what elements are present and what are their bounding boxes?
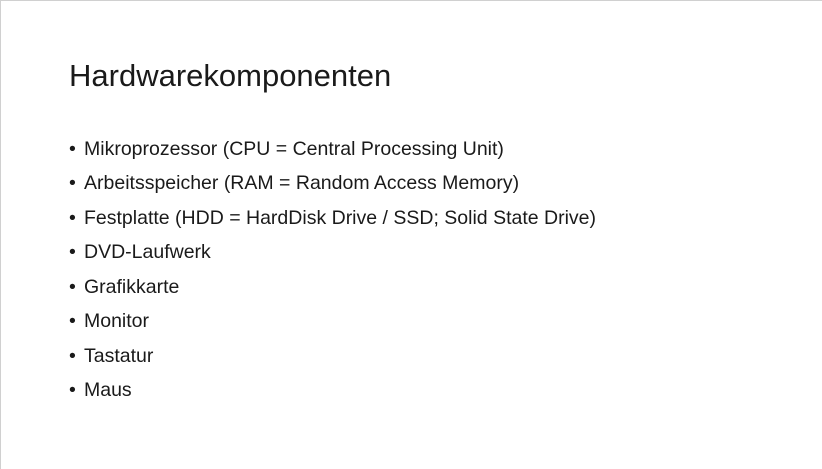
list-item-label: DVD-Laufwerk [84, 241, 211, 264]
bullet-icon: • [69, 379, 76, 402]
list-item: • Festplatte (HDD = HardDisk Drive / SSD… [69, 201, 596, 236]
bullet-list: • Mikroprozessor (CPU = Central Processi… [69, 132, 596, 408]
bullet-icon: • [69, 310, 76, 333]
list-item-label: Grafikkarte [84, 275, 180, 298]
list-item-label: Mikroprozessor (CPU = Central Processing… [84, 137, 504, 160]
list-item-label: Arbeitsspeicher (RAM = Random Access Mem… [84, 172, 520, 195]
list-item-label: Tastatur [84, 344, 154, 367]
slide: Hardwarekomponenten • Mikroprozessor (CP… [0, 0, 822, 469]
list-item-label: Festplatte (HDD = HardDisk Drive / SSD; … [84, 206, 597, 229]
bullet-icon: • [69, 206, 76, 229]
list-item: • DVD-Laufwerk [69, 236, 596, 271]
bullet-icon: • [69, 275, 76, 298]
list-item: • Mikroprozessor (CPU = Central Processi… [69, 132, 596, 167]
bullet-icon: • [69, 344, 76, 367]
bullet-icon: • [69, 241, 76, 264]
bullet-icon: • [69, 172, 76, 195]
list-item: • Maus [69, 374, 596, 409]
list-item: • Tastatur [69, 339, 596, 374]
list-item-label: Monitor [84, 310, 150, 333]
bullet-icon: • [69, 137, 76, 160]
list-item: • Monitor [69, 305, 596, 340]
list-item: • Arbeitsspeicher (RAM = Random Access M… [69, 167, 596, 202]
slide-title: Hardwarekomponenten [69, 58, 392, 93]
list-item-label: Maus [84, 379, 132, 402]
list-item: • Grafikkarte [69, 270, 596, 305]
